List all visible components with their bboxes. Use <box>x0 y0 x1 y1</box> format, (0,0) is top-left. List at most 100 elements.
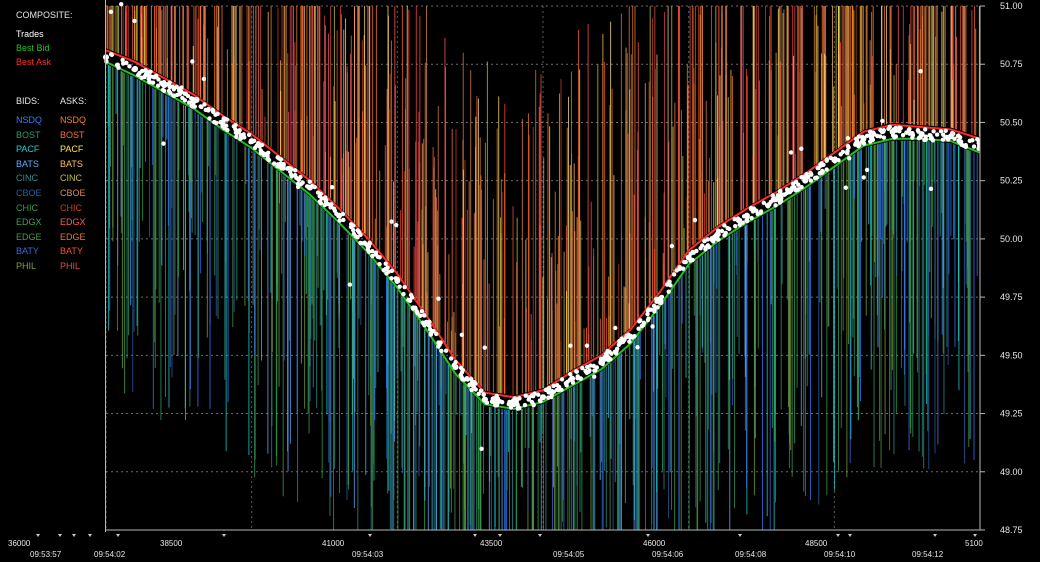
legend-asks-header: ASKS: <box>60 96 87 106</box>
trade-point <box>394 222 399 228</box>
trade-point <box>439 348 444 354</box>
trade-point <box>355 228 361 233</box>
trade-point <box>355 235 360 240</box>
y-tick-label: 50.75 <box>1000 59 1023 69</box>
time-label: 09:54:06 <box>652 550 684 559</box>
trade-point <box>362 240 367 245</box>
trade-point <box>766 202 772 207</box>
trade-point <box>286 165 291 171</box>
trade-point <box>195 98 200 103</box>
trade-point <box>957 140 963 145</box>
y-tick-label: 49.00 <box>1000 467 1023 477</box>
trade-point <box>280 166 286 171</box>
trade-point <box>199 104 204 110</box>
legend-bid-cinc: CINC <box>16 173 38 184</box>
trade-point <box>871 130 876 135</box>
trade-point <box>719 228 725 234</box>
time-label: 09:53:57 <box>30 550 62 559</box>
trade-point <box>289 174 294 179</box>
trade-point <box>139 75 144 80</box>
trade-point <box>588 363 593 368</box>
trade-point <box>799 146 804 151</box>
y-tick-label: 50.00 <box>1000 234 1023 244</box>
trade-point <box>559 377 565 382</box>
time-label: 09:54:08 <box>735 550 767 559</box>
trade-point <box>784 190 790 196</box>
trade-point <box>892 135 897 140</box>
trade-point <box>709 236 714 241</box>
trade-point <box>568 343 573 348</box>
trade-point <box>750 209 756 214</box>
x-tick-label: 38500 <box>160 539 183 548</box>
trade-point <box>546 390 551 395</box>
trade-point <box>407 298 413 304</box>
y-tick-label: 50.50 <box>1000 117 1023 127</box>
trade-point <box>168 90 173 96</box>
trade-point <box>523 393 528 398</box>
trade-point <box>147 79 152 84</box>
trade-point <box>340 211 346 217</box>
trade-point <box>667 279 672 284</box>
trade-point <box>799 175 805 180</box>
trade-point <box>652 309 657 314</box>
trade-point <box>922 127 928 132</box>
time-label: 09:54:12 <box>912 550 944 559</box>
legend-ask-cboe: CBOE <box>60 188 86 198</box>
trade-point <box>650 324 655 329</box>
trade-point <box>259 150 265 155</box>
trade-point <box>698 245 703 251</box>
trade-point <box>570 380 576 385</box>
trade-point <box>683 259 688 265</box>
chart-plot: 51.00 50.75 50.50 50.25 50.00 49.75 49.50 49.25… <box>0 0 1040 562</box>
trade-point <box>206 106 211 112</box>
trade-point <box>419 308 425 314</box>
trade-point <box>497 399 503 404</box>
trade-point <box>605 348 610 354</box>
trade-point <box>276 156 282 161</box>
trade-point <box>366 249 372 255</box>
trade-point <box>568 371 573 377</box>
trade-point <box>331 206 337 211</box>
trade-point <box>598 356 604 362</box>
trade-point <box>397 284 402 289</box>
legend-bid-chic: CHIC <box>16 202 38 213</box>
y-axis-panel <box>980 0 1040 562</box>
trade-point <box>468 376 474 382</box>
trade-point <box>367 240 372 246</box>
trade-point <box>443 348 449 353</box>
legend-ask-chic: CHIC <box>60 202 82 213</box>
trade-point <box>777 196 783 201</box>
trade-point <box>828 155 834 161</box>
trade-point <box>182 98 188 103</box>
trade-point <box>646 307 651 312</box>
trade-point <box>788 150 794 155</box>
trade-point <box>594 365 600 370</box>
trade-point <box>646 316 651 321</box>
trade-point <box>218 120 223 125</box>
trade-point <box>436 344 441 349</box>
legend-bid-phil: PHIL <box>16 261 37 271</box>
trade-point <box>749 215 754 221</box>
trade-point <box>529 393 535 398</box>
trade-point <box>329 202 334 207</box>
trade-point <box>312 184 317 190</box>
trade-point <box>551 383 556 389</box>
trade-point <box>694 248 699 254</box>
legend-panel: COMPOSITE: Trades Best Bid Best Ask BIDS… <box>0 0 106 532</box>
legend-best-ask: Best Ask <box>16 57 52 67</box>
trade-point <box>773 203 778 208</box>
trade-point <box>322 202 327 208</box>
trade-point <box>702 238 707 244</box>
trade-point <box>706 244 712 250</box>
trade-point <box>171 93 177 99</box>
trade-point <box>967 138 973 144</box>
trade-point <box>666 289 671 294</box>
trade-point <box>716 237 721 242</box>
legend-bid-cboe: CBOE <box>16 188 42 198</box>
legend-bid-bats: BATS <box>16 158 39 169</box>
legend-ask-cinc: CINC <box>60 173 82 184</box>
legend-bid-bost: BOST <box>16 129 41 140</box>
trade-point <box>880 118 885 124</box>
trade-point <box>300 180 305 185</box>
chart-window: 51.00 50.75 50.50 50.25 50.00 49.75 49.50 49.25… <box>0 0 1040 562</box>
